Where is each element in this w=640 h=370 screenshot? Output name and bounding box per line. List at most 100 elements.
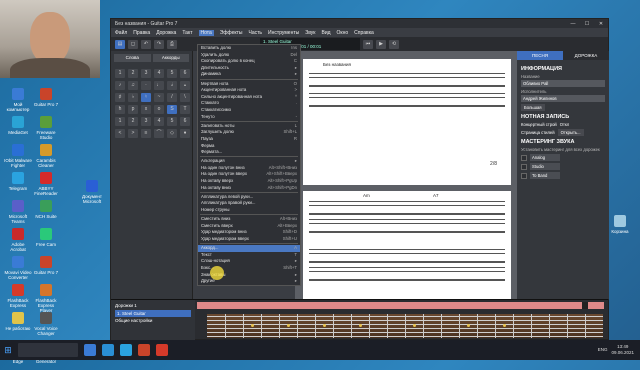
track-timeline[interactable] xyxy=(197,302,604,309)
palette-button[interactable]: 6 xyxy=(180,69,190,78)
desktop-icon[interactable]: Freeware Studio xyxy=(32,116,60,146)
note-menu-item[interactable]: Текст T xyxy=(198,252,300,259)
size-dropdown[interactable]: Большая xyxy=(521,104,545,111)
title-field[interactable]: Обливио Pall xyxy=(521,80,605,87)
note-menu-item[interactable]: Акцентированная нота > xyxy=(198,87,300,94)
clock[interactable]: 13:49 09.06.2021 xyxy=(611,344,634,356)
desktop-icon[interactable]: Movavi Video Converter xyxy=(4,256,32,286)
note-menu-item[interactable]: Аппликатура правой руки... xyxy=(198,200,300,207)
tab-chords[interactable]: Аккорды xyxy=(152,54,189,62)
desktop-icon[interactable]: Guitar Pro 7 xyxy=(32,88,60,118)
palette-button[interactable]: < xyxy=(115,129,125,138)
note-menu-item[interactable]: На один полутон вверх Alt+Shift+Вверх xyxy=(198,171,300,178)
palette-button[interactable]: > xyxy=(128,129,138,138)
desktop-icon[interactable]: Не работаю xyxy=(4,312,32,342)
note-menu-item[interactable]: Стаккатиссимо xyxy=(198,107,300,114)
open-stylesheet-button[interactable]: Открыть... xyxy=(557,129,584,136)
note-menu-item[interactable]: Заглушить долю Shift+L xyxy=(198,129,300,136)
menu-7[interactable]: Инструменты xyxy=(268,30,299,36)
redo-button[interactable]: ↷ xyxy=(154,39,164,49)
desktop-icon[interactable]: Корзина xyxy=(606,215,634,245)
note-menu-item[interactable]: Удар медиатором вверх Shift+U xyxy=(198,236,300,243)
master-settings[interactable]: Общие настройки xyxy=(115,317,191,324)
taskbar-search[interactable] xyxy=(18,343,78,357)
palette-button[interactable]: S xyxy=(167,105,177,114)
menu-3[interactable]: Такт xyxy=(182,30,192,36)
effect-toggle[interactable] xyxy=(521,163,527,170)
palette-button[interactable]: p xyxy=(128,105,138,114)
note-menu-item[interactable]: На октаву вверх Alt+Shift+PgUp xyxy=(198,178,300,185)
desktop-icon[interactable]: FlashBack Express xyxy=(4,284,32,314)
loop-button[interactable]: ⟲ xyxy=(389,39,399,49)
note-menu-item[interactable]: Аккорд... A xyxy=(198,245,300,252)
note-menu-item[interactable]: Аппликатура левой руки... xyxy=(198,194,300,201)
desktop-icon[interactable]: Adobe Acrobat xyxy=(4,228,32,258)
artist-field[interactable]: Андрей Жилинов xyxy=(521,95,605,102)
flashback-icon[interactable] xyxy=(156,344,168,356)
desktop-icon[interactable]: MediaGet xyxy=(4,116,32,146)
desktop-icon[interactable]: Telegram xyxy=(4,172,32,202)
palette-button[interactable]: ♮ xyxy=(141,93,151,102)
menu-4[interactable]: Нота xyxy=(198,29,214,36)
palette-button[interactable]: o xyxy=(154,105,164,114)
tab-song[interactable]: ПЕСНЯ xyxy=(517,51,563,60)
note-menu-item[interactable]: Слэш-нотация ▸ xyxy=(198,258,300,265)
menu-10[interactable]: Окно xyxy=(337,30,349,36)
note-menu-item[interactable]: Стаккато. xyxy=(198,100,300,107)
desktop-icon[interactable]: FlashBack Express Player xyxy=(32,284,60,314)
palette-button[interactable]: \ xyxy=(180,93,190,102)
note-menu-item[interactable]: Сместить вверх Alt+Вверх xyxy=(198,223,300,230)
undo-button[interactable]: ↶ xyxy=(141,39,151,49)
note-menu-item[interactable]: Вставить долю Ins xyxy=(198,45,300,52)
play-button[interactable]: ▶ xyxy=(376,39,386,49)
palette-button[interactable]: 3 xyxy=(141,117,151,126)
palette-button[interactable]: ⌒ xyxy=(154,129,164,138)
note-menu-item[interactable]: Сместить вниз Alt+Вниз xyxy=(198,216,300,223)
palette-button[interactable]: / xyxy=(167,93,177,102)
edge-icon[interactable] xyxy=(102,344,114,356)
tab-lyrics[interactable]: Слова xyxy=(114,54,151,62)
palette-button[interactable]: ~ xyxy=(154,93,164,102)
note-menu-item[interactable]: Скопировать долю в конец C xyxy=(198,58,300,65)
palette-button[interactable]: 2 xyxy=(128,117,138,126)
telegram-icon[interactable] xyxy=(120,344,132,356)
zoom-button[interactable]: ◻ xyxy=(128,39,138,49)
palette-button[interactable]: 1 xyxy=(115,117,125,126)
windows-start-icon[interactable]: ⊞ xyxy=(0,340,16,360)
menu-8[interactable]: Звук xyxy=(305,30,315,36)
note-menu-item[interactable]: Динамика ▸ xyxy=(198,71,300,78)
note-menu-item[interactable]: Пауза R xyxy=(198,136,300,143)
palette-button[interactable]: 5 xyxy=(167,69,177,78)
palette-button[interactable]: 𝅗𝅥 xyxy=(167,81,177,90)
mastering-effect-row[interactable]: To Band xyxy=(521,172,605,179)
palette-button[interactable]: ♭ xyxy=(128,93,138,102)
effect-toggle[interactable] xyxy=(521,172,527,179)
desktop-icon[interactable]: Vocal Voice Changer xyxy=(32,312,60,342)
note-menu-item[interactable]: Удар медиатором вниз Shift+D xyxy=(198,229,300,236)
note-menu-item[interactable]: Альтерация ▸ xyxy=(198,158,300,165)
note-menu-item[interactable]: Залиговать ноты L xyxy=(198,123,300,130)
palette-button[interactable]: 𝅝 xyxy=(180,81,190,90)
desktop-icon[interactable]: Guitar Pro 7 xyxy=(32,256,60,286)
desktop-icon[interactable]: Документ Microsoft xyxy=(78,180,106,210)
palette-button[interactable]: T xyxy=(180,105,190,114)
palette-button[interactable]: ◇ xyxy=(167,129,177,138)
rewind-button[interactable]: ⏮ xyxy=(363,39,373,49)
desktop-icon[interactable]: Free Cam xyxy=(32,228,60,258)
menu-11[interactable]: Справка xyxy=(354,30,374,36)
score-area[interactable]: Без названия 2/8 Am A7 xyxy=(295,51,517,299)
note-menu-item[interactable]: На октаву вниз Alt+Shift+PgDn xyxy=(198,185,300,192)
note-menu-item[interactable]: Сильно акцентированная нота ^ xyxy=(198,94,300,101)
palette-button[interactable]: 4 xyxy=(154,69,164,78)
language-indicator[interactable]: ENG xyxy=(598,347,608,353)
concert-tone-toggle[interactable]: Откл xyxy=(560,122,570,127)
palette-button[interactable]: 2 xyxy=(128,69,138,78)
menu-1[interactable]: Правка xyxy=(133,30,150,36)
mastering-effect-row[interactable]: Studio xyxy=(521,163,605,170)
palette-button[interactable]: 3 xyxy=(141,69,151,78)
track-row[interactable]: 1. Steel Guitar xyxy=(115,310,191,317)
palette-button[interactable]: 1 xyxy=(115,69,125,78)
note-menu-item[interactable]: Номер струны xyxy=(198,207,300,214)
note-menu-item[interactable]: Удалить долю Del xyxy=(198,52,300,59)
explorer-icon[interactable] xyxy=(84,344,96,356)
